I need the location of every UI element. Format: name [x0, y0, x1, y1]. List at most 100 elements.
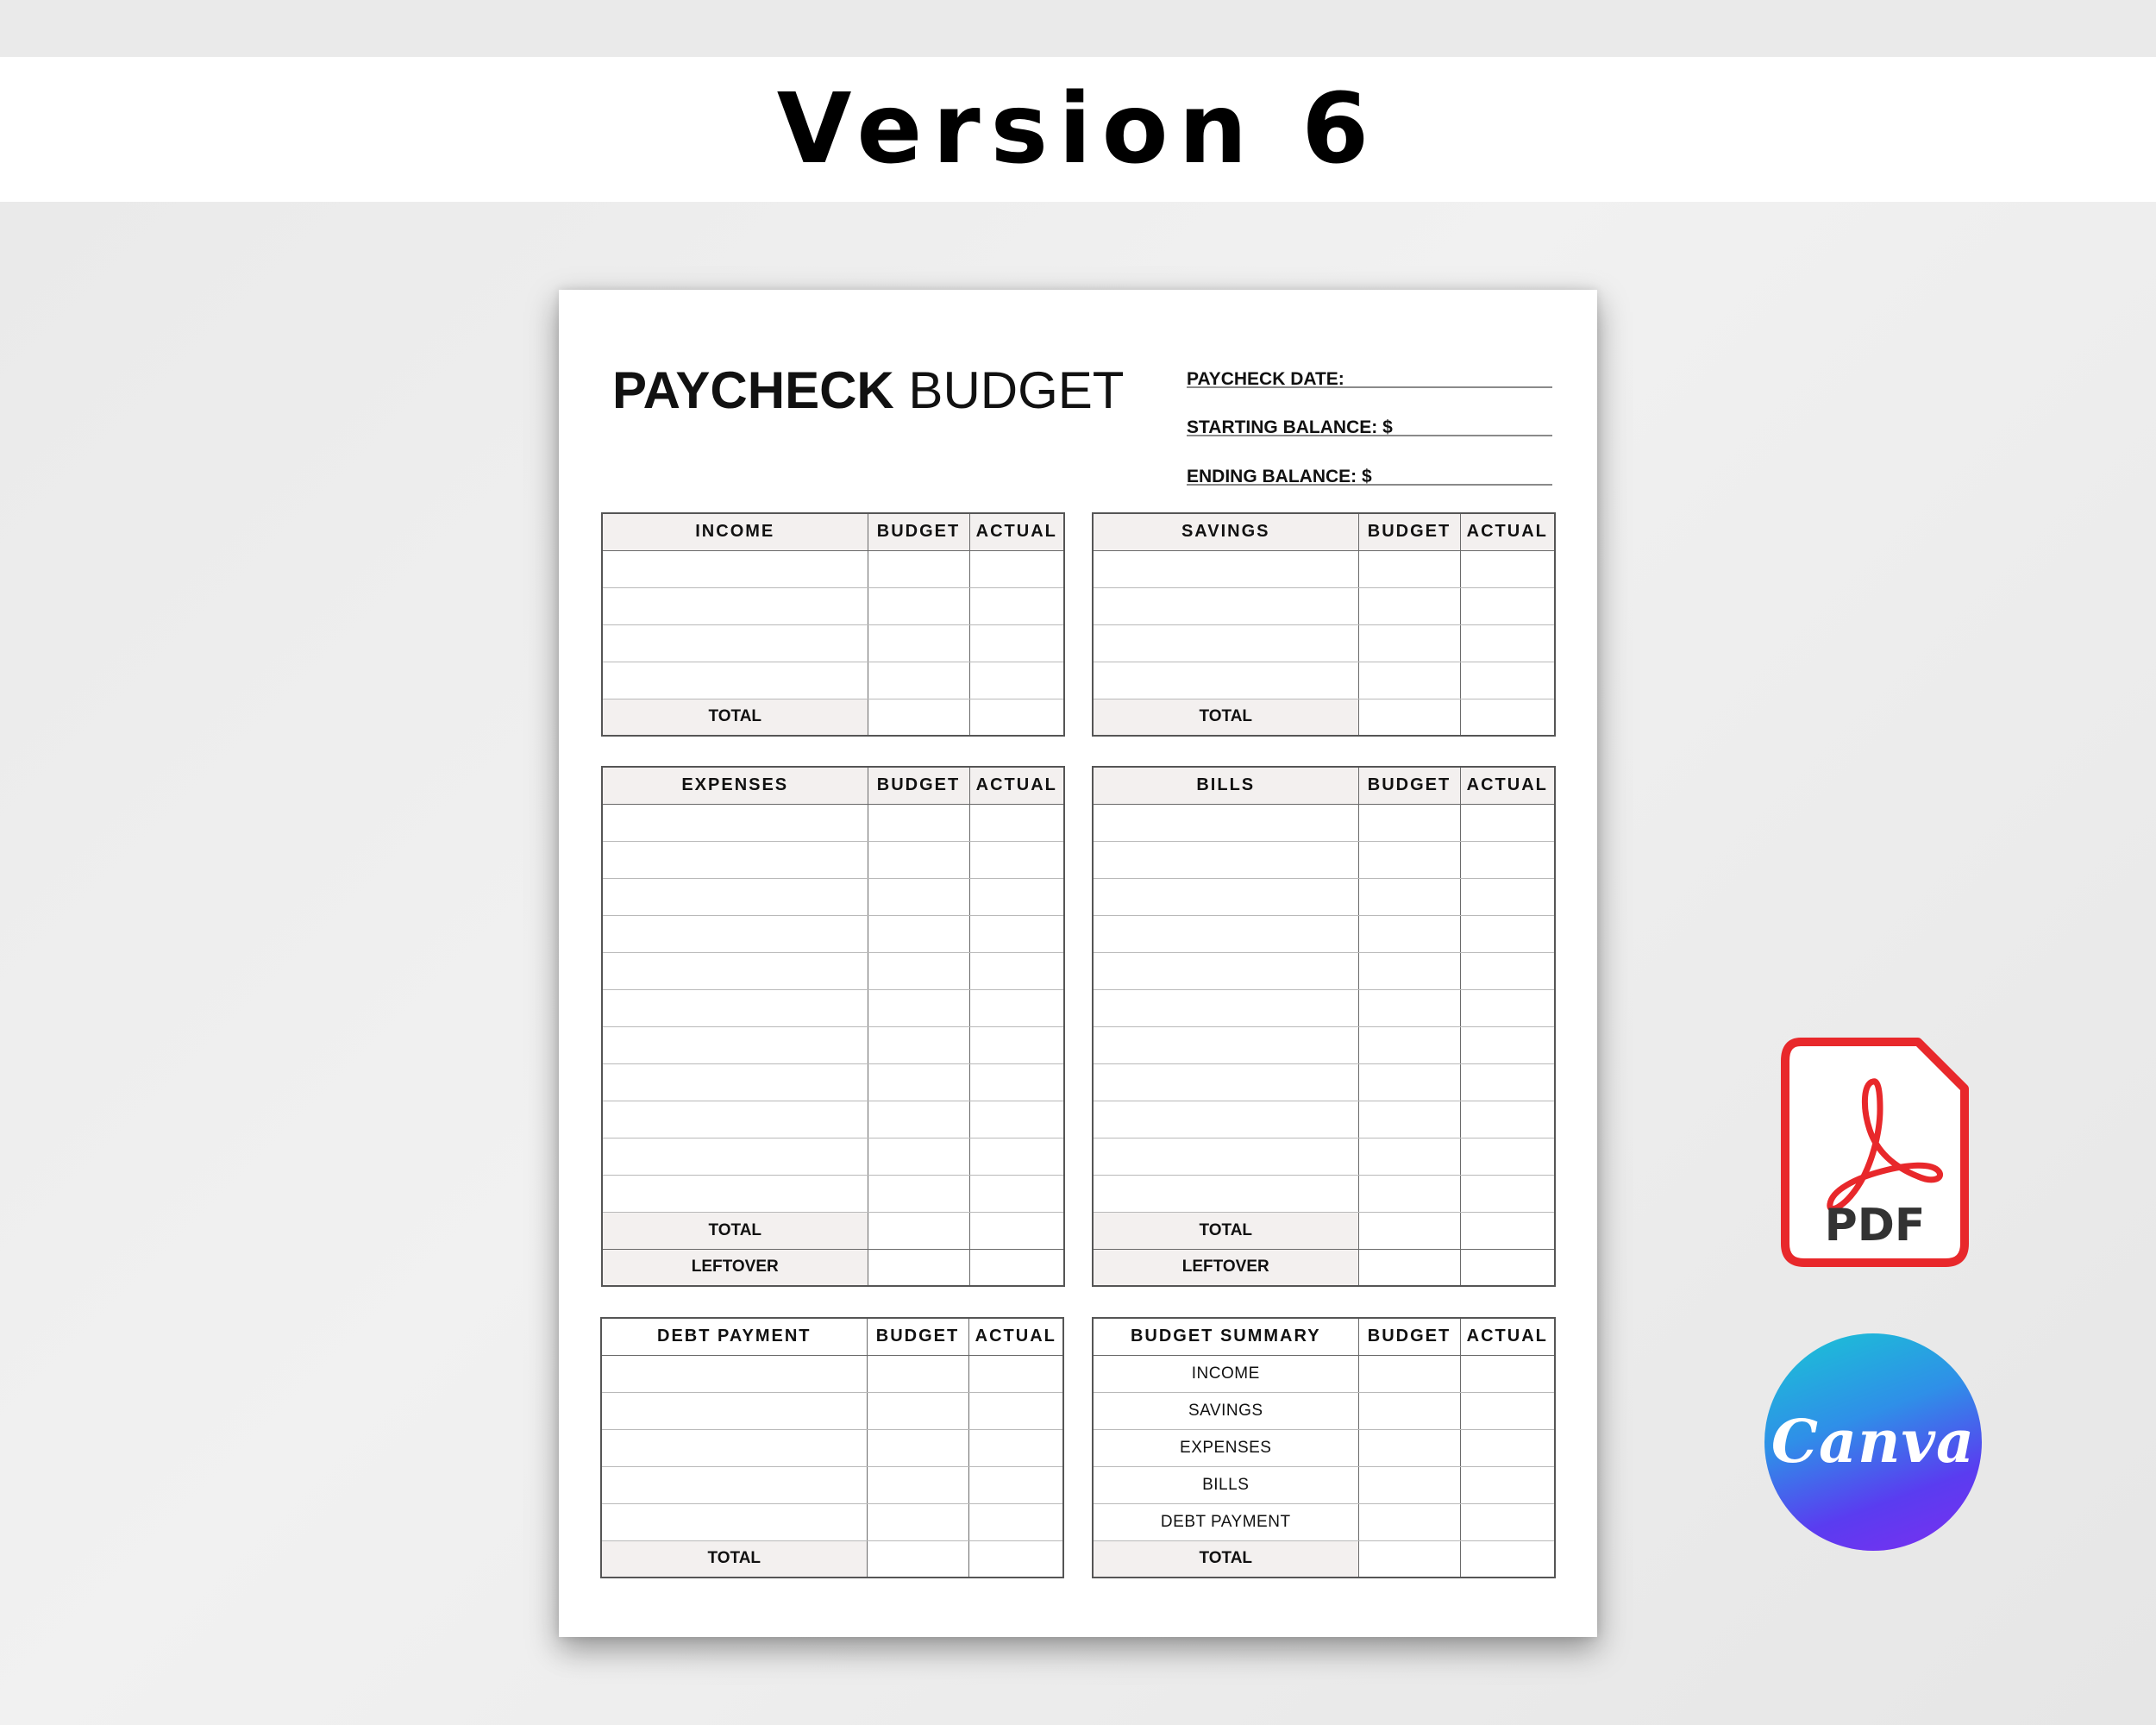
- summary-savings-label: SAVINGS: [1092, 1391, 1359, 1430]
- bills-total-row[interactable]: TOTAL: [1092, 1211, 1556, 1250]
- bills-budget-header: BUDGET: [1357, 766, 1461, 805]
- ending-balance-field[interactable]: ENDING BALANCE: $: [1187, 467, 1552, 486]
- canva-logo-icon: Canva: [1764, 1333, 1982, 1551]
- table-row[interactable]: [600, 1428, 1064, 1467]
- savings-actual-header: ACTUAL: [1459, 512, 1556, 551]
- pdf-label: PDF: [1825, 1200, 1926, 1251]
- summary-expenses-label: EXPENSES: [1092, 1428, 1359, 1467]
- summary-row-debt-payment[interactable]: DEBT PAYMENT: [1092, 1502, 1556, 1541]
- table-row[interactable]: [1092, 877, 1556, 916]
- debt-total-row[interactable]: TOTAL: [600, 1540, 1064, 1578]
- debt-payment-table: DEBT PAYMENT BUDGET ACTUAL TOTAL: [600, 1317, 1064, 1578]
- table-row[interactable]: [1092, 1174, 1556, 1213]
- table-row[interactable]: [1092, 840, 1556, 879]
- table-row[interactable]: [601, 914, 1065, 953]
- pdf-file-icon: PDF: [1781, 1038, 1969, 1267]
- table-row[interactable]: [1092, 661, 1556, 699]
- paycheck-date-field[interactable]: PAYCHECK DATE:: [1187, 369, 1552, 389]
- income-budget-header: BUDGET: [867, 512, 970, 551]
- summary-row-savings[interactable]: SAVINGS: [1092, 1391, 1556, 1430]
- expenses-actual-header: ACTUAL: [968, 766, 1065, 805]
- expenses-header: EXPENSES: [601, 766, 868, 805]
- summary-debt-payment-label: DEBT PAYMENT: [1092, 1502, 1359, 1541]
- table-row[interactable]: [1092, 1100, 1556, 1138]
- debt-budget-header: BUDGET: [866, 1317, 969, 1356]
- income-actual-header: ACTUAL: [968, 512, 1065, 551]
- savings-budget-header: BUDGET: [1357, 512, 1461, 551]
- paycheck-budget-sheet: PAYCHECK BUDGET PAYCHECK DATE: STARTING …: [559, 290, 1597, 1637]
- bills-table: BILLS BUDGET ACTUAL TOTAL LEFTOVER: [1092, 766, 1556, 1287]
- summary-bills-label: BILLS: [1092, 1465, 1359, 1504]
- table-row[interactable]: [1092, 1063, 1556, 1101]
- table-row[interactable]: [600, 1502, 1064, 1541]
- expenses-total-row[interactable]: TOTAL: [601, 1211, 1065, 1250]
- summary-income-label: INCOME: [1092, 1354, 1359, 1393]
- summary-budget-header: BUDGET: [1357, 1317, 1461, 1356]
- summary-total-row[interactable]: TOTAL: [1092, 1540, 1556, 1578]
- budget-summary-table: BUDGET SUMMARY BUDGET ACTUAL INCOME SAVI…: [1092, 1317, 1556, 1578]
- savings-total-row[interactable]: TOTAL: [1092, 698, 1556, 737]
- table-row[interactable]: [1092, 1026, 1556, 1064]
- table-row[interactable]: [601, 803, 1065, 842]
- table-row[interactable]: [601, 877, 1065, 916]
- summary-header: BUDGET SUMMARY: [1092, 1317, 1359, 1356]
- income-table: INCOME BUDGET ACTUAL TOTAL: [601, 512, 1065, 737]
- table-row[interactable]: [601, 1063, 1065, 1101]
- table-row[interactable]: [1092, 988, 1556, 1027]
- bills-actual-header: ACTUAL: [1459, 766, 1556, 805]
- pdf-format-icon: PDF: [1780, 1037, 1970, 1268]
- table-row[interactable]: [601, 549, 1065, 588]
- summary-row-bills[interactable]: BILLS: [1092, 1465, 1556, 1504]
- table-row[interactable]: [1092, 586, 1556, 625]
- bills-leftover-row[interactable]: LEFTOVER: [1092, 1248, 1556, 1287]
- table-row[interactable]: [601, 1137, 1065, 1176]
- table-row[interactable]: [600, 1465, 1064, 1504]
- table-row[interactable]: [601, 661, 1065, 699]
- starting-balance-field[interactable]: STARTING BALANCE: $: [1187, 417, 1552, 437]
- income-total-row[interactable]: TOTAL: [601, 698, 1065, 737]
- table-row[interactable]: [601, 840, 1065, 879]
- table-row[interactable]: [1092, 549, 1556, 588]
- table-row[interactable]: [1092, 624, 1556, 662]
- title-bold-part: PAYCHECK: [612, 361, 894, 419]
- expenses-table: EXPENSES BUDGET ACTUAL TOTAL LEFTOVER: [601, 766, 1065, 1287]
- debt-header: DEBT PAYMENT: [600, 1317, 868, 1356]
- savings-table: SAVINGS BUDGET ACTUAL TOTAL: [1092, 512, 1556, 737]
- canva-logo-text: Canva: [1771, 1408, 1976, 1477]
- document-title: PAYCHECK BUDGET: [612, 361, 1124, 420]
- bills-leftover-label: LEFTOVER: [1092, 1248, 1359, 1287]
- table-row[interactable]: [600, 1354, 1064, 1393]
- income-header: INCOME: [601, 512, 868, 551]
- debt-actual-header: ACTUAL: [968, 1317, 1064, 1356]
- bills-total-label: TOTAL: [1092, 1211, 1359, 1250]
- starting-balance-label: STARTING BALANCE: $: [1187, 417, 1393, 437]
- table-row[interactable]: [601, 586, 1065, 625]
- table-row[interactable]: [1092, 951, 1556, 990]
- income-total-label: TOTAL: [601, 698, 868, 737]
- expenses-leftover-row[interactable]: LEFTOVER: [601, 1248, 1065, 1287]
- table-row[interactable]: [1092, 914, 1556, 953]
- savings-header: SAVINGS: [1092, 512, 1359, 551]
- table-row[interactable]: [1092, 1137, 1556, 1176]
- table-row[interactable]: [1092, 803, 1556, 842]
- paycheck-date-label: PAYCHECK DATE:: [1187, 369, 1344, 389]
- table-row[interactable]: [601, 624, 1065, 662]
- savings-total-label: TOTAL: [1092, 698, 1359, 737]
- banner-title: Version 6: [776, 73, 1380, 185]
- summary-row-income[interactable]: INCOME: [1092, 1354, 1556, 1393]
- table-row[interactable]: [601, 988, 1065, 1027]
- table-row[interactable]: [600, 1391, 1064, 1430]
- expenses-total-label: TOTAL: [601, 1211, 868, 1250]
- bills-header: BILLS: [1092, 766, 1359, 805]
- table-row[interactable]: [601, 951, 1065, 990]
- top-background-strip: [0, 0, 2156, 57]
- expenses-leftover-label: LEFTOVER: [601, 1248, 868, 1287]
- table-row[interactable]: [601, 1100, 1065, 1138]
- table-row[interactable]: [601, 1174, 1065, 1213]
- title-light-part: BUDGET: [908, 361, 1125, 419]
- summary-row-expenses[interactable]: EXPENSES: [1092, 1428, 1556, 1467]
- summary-total-label: TOTAL: [1092, 1540, 1359, 1578]
- version-banner: Version 6: [0, 57, 2156, 202]
- table-row[interactable]: [601, 1026, 1065, 1064]
- ending-balance-label: ENDING BALANCE: $: [1187, 467, 1372, 486]
